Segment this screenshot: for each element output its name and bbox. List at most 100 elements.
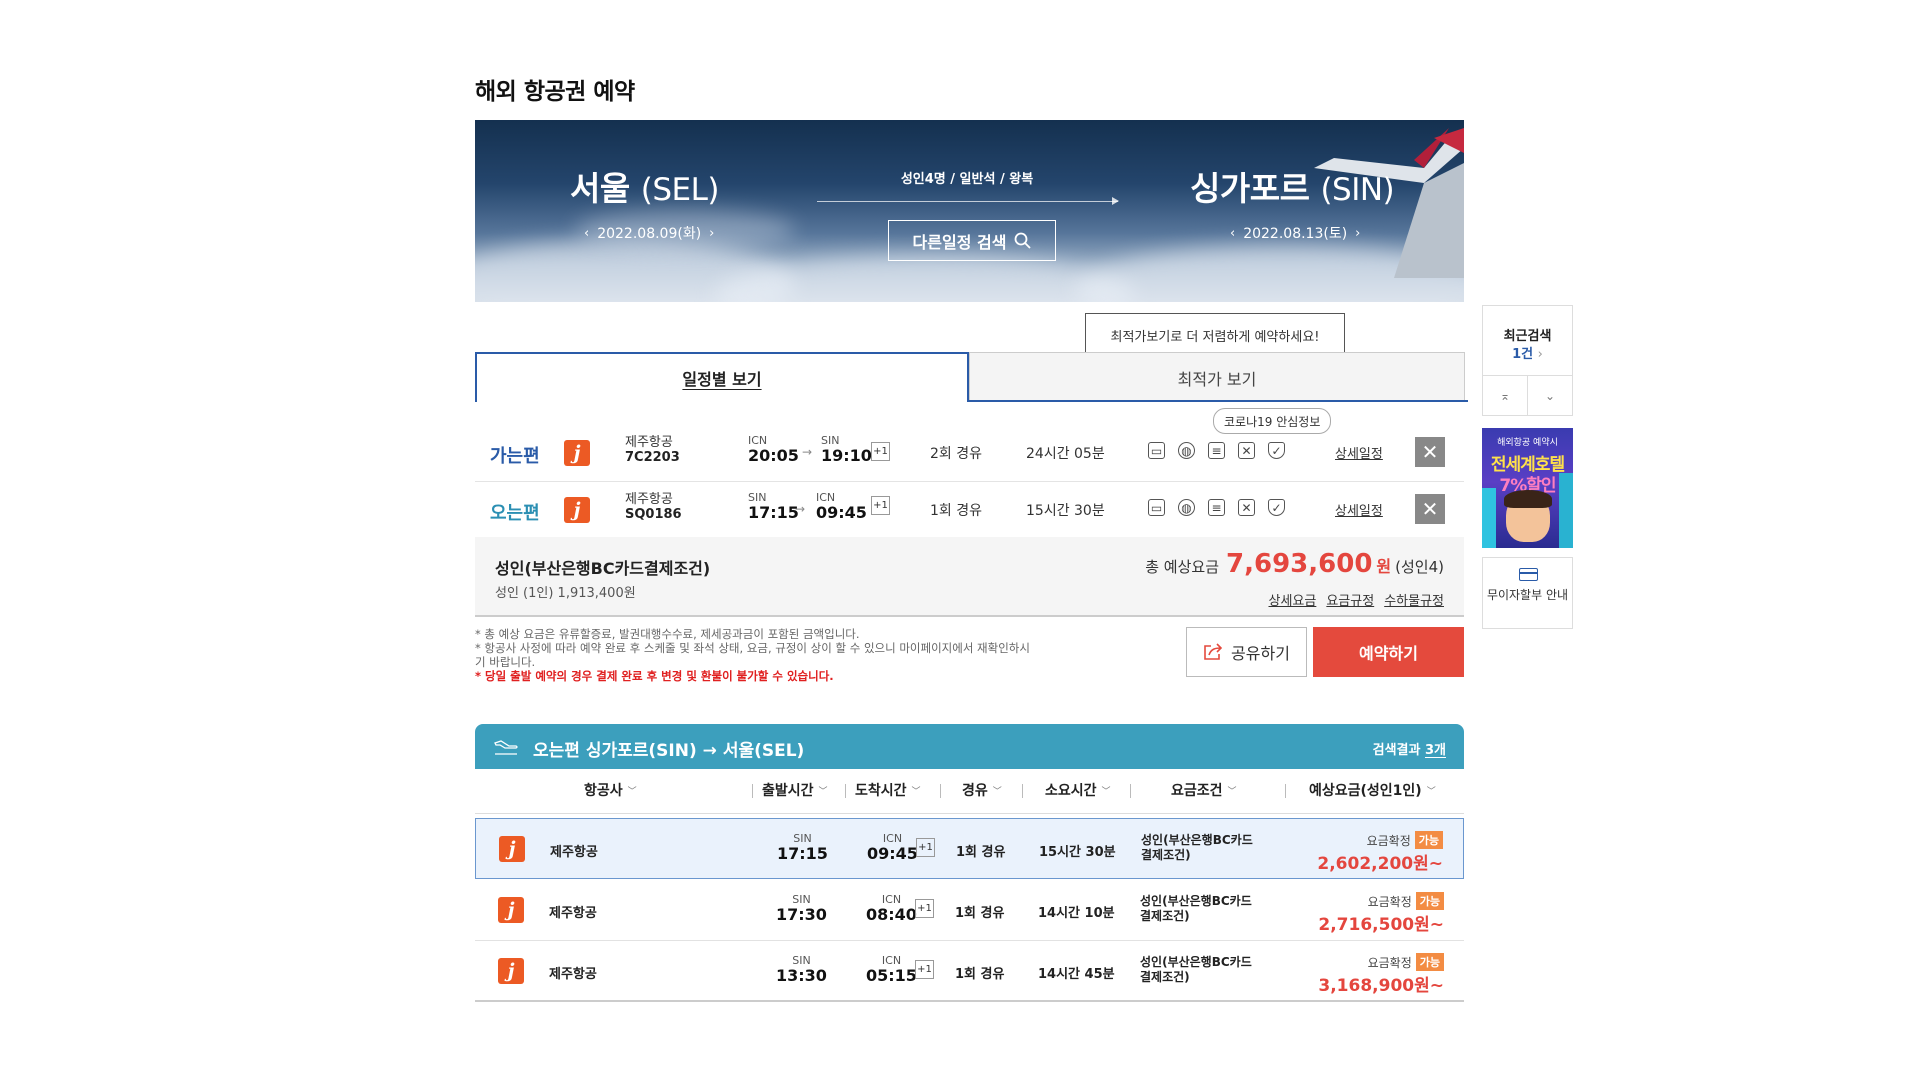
duration: 24시간 05분 (1026, 446, 1105, 462)
chevron-down-icon: ﹀ (1101, 786, 1111, 797)
tab-best-price-view[interactable]: 최적가 보기 (969, 352, 1465, 402)
baggage-icon[interactable]: ▭ (1148, 442, 1165, 459)
price-status: 요금확정 가능 (1367, 831, 1443, 849)
note-line: * 총 예상 요금은 유류할증료, 발권대행수수료, 제세공과금이 포함된 금액… (475, 627, 860, 641)
jeju-air-logo-icon: j (564, 497, 590, 523)
origin-date: 2022.08.09(화) (597, 226, 702, 242)
available-badge: 가능 (1415, 892, 1444, 910)
flight-number: SQ0186 (625, 507, 682, 522)
amenity-icons: ▭ ◍ ≡ ✕ ✓ (1148, 442, 1285, 459)
next-date-icon[interactable]: › (709, 226, 714, 241)
dep-time: 17:15 (777, 844, 828, 863)
airline-name: 제주항공 (625, 435, 673, 450)
results-count[interactable]: 검색결과 3개 (1373, 739, 1446, 758)
sort-price[interactable]: 예상요금(성인1인) ﹀ (1309, 780, 1436, 800)
direction-label: 가는편 (490, 446, 540, 467)
price: 2,602,200원~ (1317, 854, 1443, 874)
available-badge: 가능 (1415, 953, 1444, 971)
sort-fare-condition[interactable]: 요금조건 ﹀ (1171, 780, 1237, 800)
detail-schedule-link[interactable]: 상세일정 (1335, 443, 1383, 462)
baggage-icon[interactable]: ▭ (1148, 499, 1165, 516)
sort-departure[interactable]: 출발시간 ﹀ (762, 780, 828, 800)
tab-schedule-view[interactable]: 일정별 보기 (475, 352, 969, 402)
hotel-discount-ad-banner[interactable]: 해외항공 예약시 전세계호텔 7%할인 (1482, 428, 1573, 548)
fare-condition: 성인(부산은행BC카드결제조건) (1140, 894, 1252, 923)
tab-underline (969, 400, 1468, 402)
safety-shield-icon[interactable]: ✓ (1268, 442, 1285, 459)
chevron-down-icon: ﹀ (627, 786, 637, 797)
chevron-down-icon: ﹀ (1426, 786, 1436, 797)
remove-flight-button[interactable]: ✕ (1415, 494, 1445, 524)
departure: SIN 17:30 (776, 894, 827, 924)
result-row[interactable]: j 제주항공 SIN 17:15 ICN 09:45 +1 1회 경유 15시간… (475, 818, 1464, 879)
duration: 14시간 10분 (1038, 906, 1115, 921)
installment-info-widget[interactable]: 무이자할부 안내 (1482, 557, 1573, 629)
no-wifi-icon[interactable]: ✕ (1238, 442, 1255, 459)
passenger-info: 성인4명 / 일반석 / 왕복 (900, 172, 1034, 187)
entertainment-icon[interactable]: ≡ (1208, 499, 1225, 516)
sort-arrival[interactable]: 도착시간 ﹀ (855, 780, 921, 800)
tab-schedule-label: 일정별 보기 (682, 370, 762, 389)
col-label: 예상요금(성인1인) (1309, 783, 1422, 799)
sort-duration[interactable]: 소요시간 ﹀ (1045, 780, 1111, 800)
share-icon (1204, 643, 1223, 660)
share-button[interactable]: 공유하기 (1186, 627, 1307, 677)
meal-icon[interactable]: ◍ (1178, 499, 1195, 516)
next-date-icon[interactable]: › (1355, 226, 1360, 241)
origin-city: 서울 (SEL) (570, 162, 719, 210)
col-label: 도착시간 (855, 783, 907, 799)
airline-info: 제주항공 7C2203 (625, 435, 680, 465)
credit-card-icon (1519, 568, 1538, 581)
book-button[interactable]: 예약하기 (1313, 627, 1464, 677)
safety-shield-icon[interactable]: ✓ (1268, 499, 1285, 516)
dep-time: 17:30 (776, 905, 827, 924)
duration: 14시간 45분 (1038, 967, 1115, 982)
arrow-right-icon: → (795, 502, 806, 516)
prev-date-icon[interactable]: ‹ (584, 226, 589, 241)
chevron-down-icon: ﹀ (818, 786, 828, 797)
fare-condition: 성인(부산은행BC카드결제조건) (1140, 955, 1252, 984)
detail-fare-link[interactable]: 상세요금 (1269, 590, 1317, 609)
count-label: 검색결과 (1372, 743, 1421, 758)
scroll-top-icon[interactable]: ⌅ (1483, 376, 1528, 415)
recent-search-count[interactable]: 1건 › (1483, 343, 1572, 362)
entertainment-icon[interactable]: ≡ (1208, 442, 1225, 459)
fare-condition: 성인(부산은행BC카드결제조건) (1141, 833, 1253, 862)
dest-city-name: 싱가포르 (1190, 169, 1310, 208)
remove-flight-button[interactable]: ✕ (1415, 437, 1445, 467)
other-schedule-search-button[interactable]: 다른일정 검색 (888, 220, 1056, 261)
sort-airline[interactable]: 항공사 ﹀ (584, 780, 637, 800)
tab-price-label: 최적가 보기 (1177, 369, 1257, 389)
meal-icon[interactable]: ◍ (1178, 442, 1195, 459)
per-person-fare: 성인 (1인) 1,913,400원 (495, 586, 636, 601)
jeju-air-logo-icon: j (499, 836, 525, 862)
close-icon: ✕ (1421, 440, 1439, 464)
pax-count: (성인4) (1395, 558, 1444, 576)
result-row[interactable]: j 제주항공 SIN 13:30 ICN 05:15 +1 1회 경유 14시간… (475, 941, 1464, 1002)
result-row[interactable]: j 제주항공 SIN 17:30 ICN 08:40 +1 1회 경유 14시간… (475, 880, 1464, 941)
ad-line-1: 해외항공 예약시 (1497, 438, 1558, 448)
chevron-down-icon: ﹀ (911, 786, 921, 797)
flight-number: 7C2203 (625, 450, 680, 465)
col-label: 경유 (962, 783, 988, 799)
note-line: * 항공사 사정에 따라 예약 완료 후 스케줄 및 좌석 상태, 요금, 규정… (475, 641, 1030, 669)
route-arrow (817, 197, 1119, 205)
arrival: ICN 05:15 (866, 955, 917, 985)
airline-info: 제주항공 SQ0186 (625, 492, 682, 522)
stops: 1회 경유 (955, 906, 1005, 921)
chevron-down-icon: ﹀ (992, 786, 1002, 797)
available-badge: 가능 (1414, 831, 1443, 849)
prev-date-icon[interactable]: ‹ (1230, 226, 1235, 241)
jeju-air-logo-icon: j (498, 897, 524, 923)
sort-stops[interactable]: 경유 ﹀ (962, 780, 1002, 800)
arr-time: 05:15 (866, 966, 917, 985)
no-wifi-icon[interactable]: ✕ (1238, 499, 1255, 516)
col-divider (1285, 784, 1286, 798)
chevron-right-icon: › (1537, 347, 1543, 362)
baggage-rules-link[interactable]: 수하물규정 (1384, 590, 1444, 609)
total-fare: 총 예상요금 7,693,600 원 (성인4) (1145, 549, 1444, 579)
scroll-bottom-icon[interactable]: ⌄ (1528, 376, 1572, 415)
fare-rules-link[interactable]: 요금규정 (1326, 590, 1374, 609)
price-status: 요금확정 가능 (1368, 953, 1444, 971)
detail-schedule-link[interactable]: 상세일정 (1335, 500, 1383, 519)
